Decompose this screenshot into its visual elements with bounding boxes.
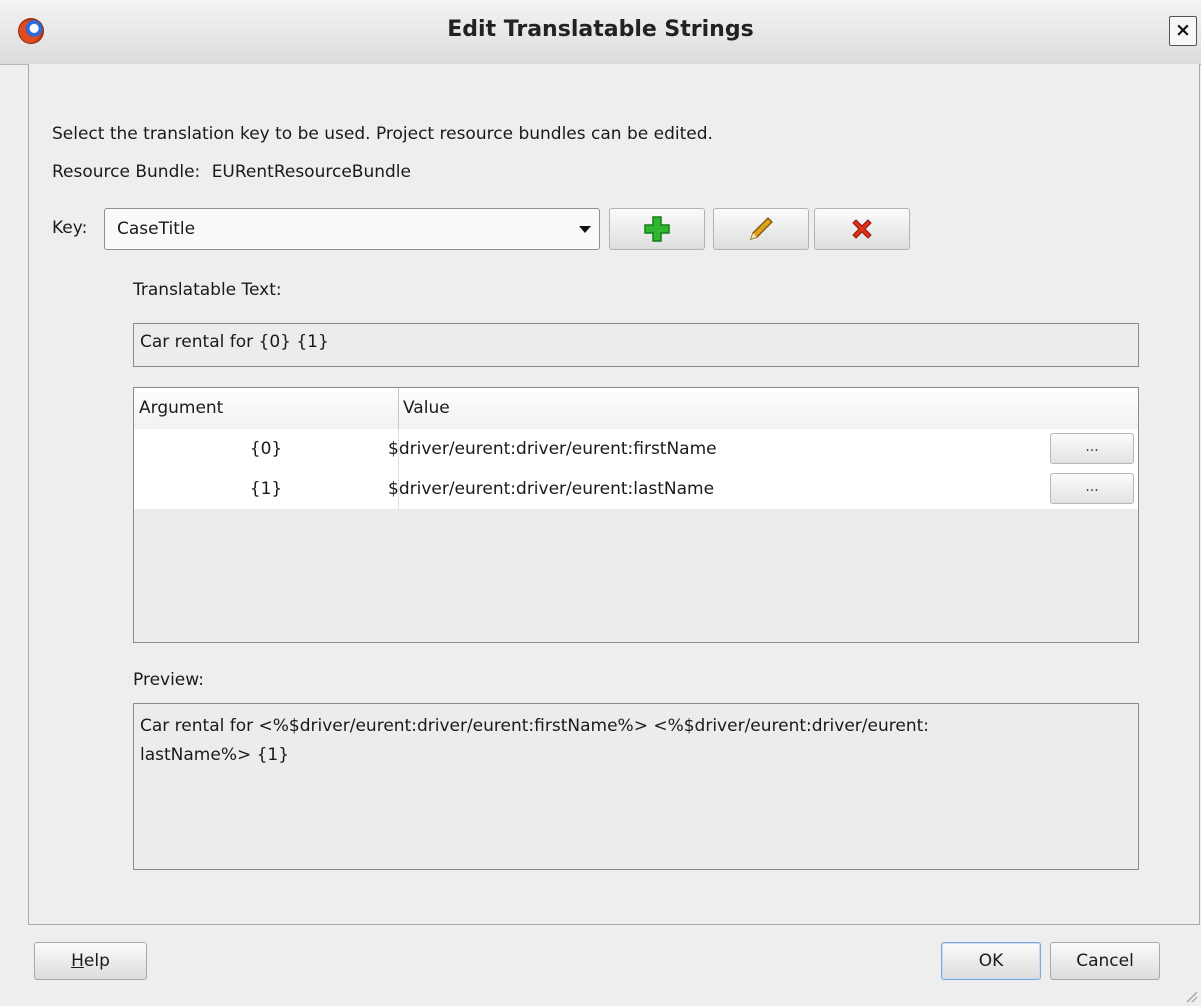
- help-label: elp: [83, 951, 110, 971]
- table-row[interactable]: {1} $driver/eurent:driver/eurent:lastNam…: [134, 469, 1138, 510]
- arguments-table: Argument Value {0} $driver/eurent:driver…: [133, 387, 1139, 643]
- instructions-text: Select the translation key to be used. P…: [52, 124, 713, 144]
- dialog-title: Edit Translatable Strings: [447, 17, 754, 42]
- add-key-button[interactable]: [609, 208, 705, 250]
- argument-cell: {0}: [249, 439, 283, 459]
- translatable-text-label: Translatable Text:: [133, 280, 282, 300]
- value-cell[interactable]: $driver/eurent:driver/eurent:lastName: [388, 479, 714, 499]
- browse-expression-button[interactable]: ...: [1050, 473, 1134, 504]
- column-divider: [398, 388, 399, 429]
- resize-grip-icon[interactable]: [1185, 990, 1197, 1002]
- resource-bundle-value: EURentResourceBundle: [211, 162, 411, 182]
- key-dropdown-value: CaseTitle: [117, 219, 196, 239]
- preview-text-line: Car rental for <%$driver/eurent:driver/e…: [140, 716, 929, 736]
- key-dropdown[interactable]: CaseTitle: [104, 208, 600, 250]
- resource-bundle-row: Resource Bundle: EURentResourceBundle: [52, 162, 411, 182]
- title-bar: Edit Translatable Strings ×: [0, 0, 1201, 65]
- ok-button[interactable]: OK: [941, 942, 1041, 980]
- help-mnemonic: H: [71, 951, 84, 971]
- key-label: Key:: [52, 218, 88, 238]
- column-header-argument[interactable]: Argument: [139, 398, 223, 418]
- delete-key-button[interactable]: [814, 208, 910, 250]
- table-row[interactable]: {0} $driver/eurent:driver/eurent:firstNa…: [134, 429, 1138, 470]
- edit-key-button[interactable]: [713, 208, 809, 250]
- resource-bundle-label: Resource Bundle:: [52, 162, 201, 182]
- preview-text-line: lastName%> {1}: [140, 745, 290, 765]
- translatable-text-field[interactable]: Car rental for {0} {1}: [133, 323, 1139, 367]
- preview-label: Preview:: [133, 670, 204, 690]
- translatable-text-value: Car rental for {0} {1}: [140, 332, 329, 352]
- column-header-value[interactable]: Value: [403, 398, 450, 418]
- delete-icon: [852, 219, 872, 239]
- cancel-button[interactable]: Cancel: [1050, 942, 1160, 980]
- dropdown-arrow-icon[interactable]: [579, 226, 591, 233]
- value-cell[interactable]: $driver/eurent:driver/eurent:firstName: [388, 439, 717, 459]
- preview-area: Car rental for <%$driver/eurent:driver/e…: [133, 703, 1139, 870]
- browse-expression-button[interactable]: ...: [1050, 433, 1134, 464]
- help-button[interactable]: Help: [34, 942, 147, 980]
- pencil-icon: [749, 217, 773, 241]
- close-button[interactable]: ×: [1169, 16, 1197, 46]
- plus-icon: [644, 216, 670, 242]
- table-header: Argument Value: [134, 388, 1138, 430]
- argument-cell: {1}: [249, 479, 283, 499]
